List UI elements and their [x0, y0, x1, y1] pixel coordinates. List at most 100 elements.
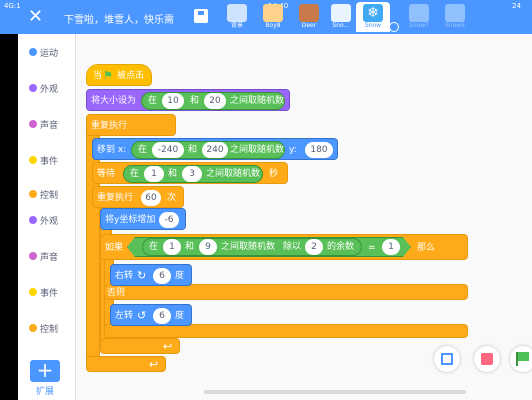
fullscreen-button[interactable] [434, 346, 460, 372]
category-motion[interactable]: 运动 [18, 42, 76, 62]
equals-target-input[interactable]: 1 [382, 239, 400, 255]
times-label: 次 [167, 193, 177, 203]
wait-block[interactable]: 等待 在 1 和 3 之间取随机数 秒 [92, 162, 288, 184]
category-control[interactable]: 控制 [18, 184, 76, 204]
random-from-input[interactable]: 10 [162, 93, 184, 109]
category-dot [29, 84, 37, 92]
remainder-label: 的余数 [327, 242, 355, 252]
if-bottom[interactable] [104, 324, 468, 338]
category-panel: 运动 外观 声音 事件 控制 外观 声音 事件 控制 + 扩展 [18, 34, 76, 400]
random-from-input[interactable]: -240 [152, 142, 184, 158]
loop-arrow-icon: ↩ [163, 340, 173, 353]
sprite-deer[interactable]: Deer [292, 2, 326, 32]
green-flag-button[interactable] [510, 346, 532, 372]
category-dot [29, 288, 37, 296]
random-operator[interactable]: 在 -240 和 240 之间取随机数 [131, 141, 285, 159]
category-looks-2[interactable]: 外观 [18, 210, 76, 230]
random-operator[interactable]: 在 10 和 20 之间取随机数 [141, 92, 285, 110]
then-label: 那么 [417, 243, 436, 253]
code-workspace[interactable]: ↩ ↩ 否则 当 ⚑ 被点击 将大小设为 在 10 和 20 之间取随机数 重复… [76, 34, 532, 400]
when-flag-clicked-block[interactable]: 当 ⚑ 被点击 [86, 64, 152, 86]
sprite-backdrop[interactable]: 背景 [220, 2, 254, 32]
turn-right-block[interactable]: 右转 ↻ 6 度 [110, 264, 192, 286]
sprite-snow5[interactable]: Snow5 [438, 2, 472, 32]
if-block[interactable]: 如果 在 1 和 9 之间取随机数 除以 2 的余数 = 1 那么 [100, 234, 468, 260]
category-sound[interactable]: 声音 [18, 114, 76, 134]
random-to-input[interactable]: 240 [202, 142, 228, 158]
battery-level: 24 [512, 2, 521, 10]
in-label: 在 [130, 169, 140, 179]
y-label: y: [289, 145, 297, 155]
stop-icon [481, 353, 493, 365]
forever-bottom[interactable]: ↩ [86, 356, 166, 372]
random-from-input[interactable]: 1 [163, 239, 181, 255]
horizontal-scrollbar[interactable] [204, 390, 466, 394]
set-size-block[interactable]: 将大小设为 在 10 和 20 之间取随机数 [86, 89, 290, 111]
sprite-snowman[interactable]: Sno… [324, 2, 358, 32]
category-label: 运动 [40, 49, 59, 59]
sprite-boy8[interactable]: Boy8 [256, 2, 290, 32]
category-dot [29, 156, 37, 164]
forever-block[interactable]: 重复执行 [86, 114, 176, 136]
random-to-input[interactable]: 9 [199, 239, 217, 255]
sprite-thumb [409, 4, 429, 22]
close-icon[interactable]: ✕ [28, 3, 43, 31]
category-label: 声音 [40, 253, 59, 263]
turn-right-input[interactable]: 6 [153, 268, 171, 284]
repeat-block[interactable]: 重复执行 60 次 [92, 186, 184, 208]
sprite-label: Boy8 [265, 22, 281, 29]
turn-right-label: 右转 [115, 271, 134, 281]
sprite-label: Snow5 [444, 22, 465, 29]
random-from-input[interactable]: 1 [144, 166, 164, 182]
category-looks[interactable]: 外观 [18, 78, 76, 98]
else-block[interactable]: 否则 [104, 284, 468, 300]
category-sound-2[interactable]: 声音 [18, 246, 76, 266]
sprite-thumb [445, 4, 465, 22]
rotate-right-icon: ↻ [137, 269, 147, 282]
divide-label: 除以 [283, 242, 302, 252]
category-label: 事件 [40, 289, 59, 299]
category-dot [29, 190, 37, 198]
sprite-label: 背景 [230, 22, 243, 29]
category-control-2[interactable]: 控制 [18, 318, 76, 338]
random-to-input[interactable]: 20 [204, 93, 226, 109]
category-label: 外观 [40, 217, 59, 227]
y-input[interactable]: 180 [305, 142, 333, 158]
turn-left-input[interactable]: 6 [153, 308, 171, 324]
category-label: 事件 [40, 157, 59, 167]
in-label: 在 [148, 96, 158, 106]
mod-operator[interactable]: 在 1 和 9 之间取随机数 除以 2 的余数 [142, 238, 362, 256]
divisor-input[interactable]: 2 [305, 239, 323, 255]
goto-xy-block[interactable]: 移到 x: 在 -240 和 240 之间取随机数 y: 180 [92, 138, 338, 160]
top-bar: 4G:1 14:40 24 ✕ 下雪啦，堆雪人，快乐需 背景 Boy8 Deer… [0, 0, 532, 34]
repeat-bottom[interactable]: ↩ [100, 338, 180, 354]
random-to-input[interactable]: 3 [182, 166, 202, 182]
in-label: 在 [138, 145, 148, 155]
sprite-snow7[interactable]: Snow7 [402, 2, 436, 32]
category-label: 声音 [40, 121, 59, 131]
category-events[interactable]: 事件 [18, 150, 76, 170]
green-flag-icon [516, 352, 529, 366]
random-label: 之间取随机数 [221, 242, 276, 252]
extension-button[interactable]: + [30, 360, 60, 382]
and-label: 和 [190, 96, 200, 106]
category-events-2[interactable]: 事件 [18, 282, 76, 302]
change-y-input[interactable]: -6 [159, 212, 179, 228]
sprite-label: Sno… [332, 22, 350, 29]
sprite-snow-selected[interactable]: ❄ Snow [356, 2, 390, 32]
plus-icon: + [36, 358, 54, 382]
random-operator[interactable]: 在 1 和 3 之间取随机数 [123, 165, 263, 183]
equals-operator[interactable]: 在 1 和 9 之间取随机数 除以 2 的余数 = 1 [127, 237, 411, 257]
turn-left-block[interactable]: 左转 ↺ 6 度 [110, 304, 192, 326]
repeat-count-input[interactable]: 60 [141, 190, 161, 206]
set-size-label: 将大小设为 [91, 96, 137, 106]
snowflake-icon: ❄ [363, 4, 383, 22]
fullscreen-icon [441, 353, 453, 365]
save-icon[interactable] [194, 9, 208, 23]
green-flag-icon: ⚑ [103, 69, 113, 82]
stop-button[interactable] [474, 346, 500, 372]
project-title[interactable]: 下雪啦，堆雪人，快乐需 [64, 11, 188, 26]
status-left: 4G:1 [4, 2, 21, 10]
change-y-block[interactable]: 将y坐标增加 -6 [100, 208, 186, 230]
edit-sprite-icon[interactable] [389, 22, 399, 32]
